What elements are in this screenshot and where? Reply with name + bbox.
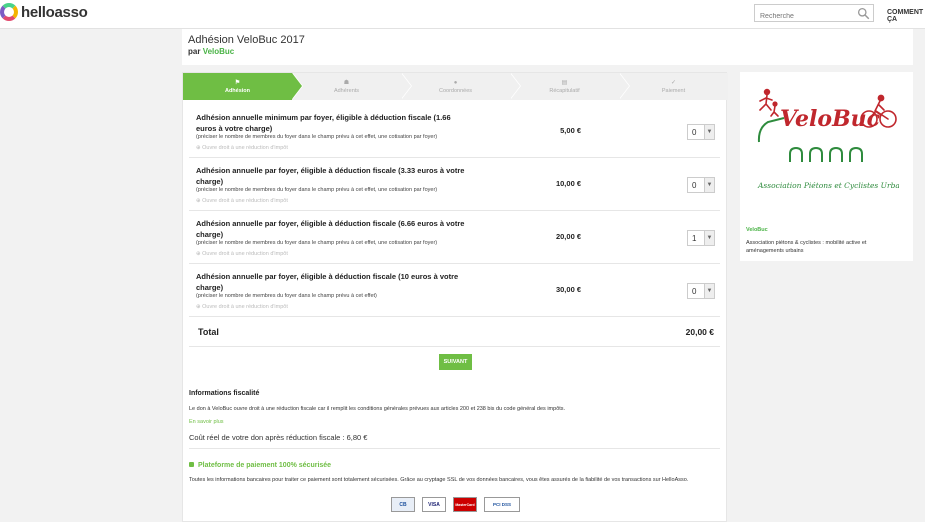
total-row: Total 20,00 € <box>189 317 720 347</box>
step-label: Paiement <box>661 87 686 94</box>
byline: par VeloBuc <box>188 47 234 56</box>
next-button[interactable]: SUIVANT <box>439 354 472 370</box>
tax-reduction-note: ⊕ Ouvre droit à une réduction d'impôt <box>196 145 288 151</box>
chevron-down-icon[interactable]: ▼ <box>704 284 714 298</box>
check-icon: ✓ <box>670 79 677 86</box>
velobuc-logo-icon: VeloBuc Association Piétons et Cyclistes… <box>757 88 911 190</box>
ticket-note: (préciser le nombre de membres du foyer … <box>196 240 438 246</box>
step-label: Adhérents <box>333 87 360 94</box>
fiscal-info-text: Le don à VeloBuc ouvre droit à une réduc… <box>189 406 566 412</box>
ticket-price: 10,00 € <box>555 179 581 188</box>
step-label: Coordonnées <box>438 87 473 94</box>
ticket-price: 20,00 € <box>555 232 581 241</box>
chevron-down-icon[interactable]: ▼ <box>704 125 714 139</box>
ticket-title: Adhésion annuelle par foyer, éligible à … <box>196 272 459 292</box>
fiscal-info-title: Informations fiscalité <box>189 390 260 397</box>
logo-ring-icon <box>0 3 18 21</box>
secure-payment-text: Toutes les informations bancaires pour t… <box>189 477 689 483</box>
ticket-note: (préciser le nombre de membres du foyer … <box>196 134 438 140</box>
users-icon: ☗ <box>343 79 350 86</box>
tax-reduction-note: ⊕ Ouvre droit à une réduction d'impôt <box>196 198 288 204</box>
ticket-title: Adhésion annuelle par foyer, éligible à … <box>196 166 465 186</box>
organization-name[interactable]: VeloBuc <box>746 227 768 233</box>
lock-icon <box>189 462 194 467</box>
search-icon[interactable] <box>857 7 870 20</box>
ticket-row: Adhésion annuelle par foyer, éligible à … <box>189 264 720 317</box>
chevron-down-icon[interactable]: ▼ <box>704 178 714 192</box>
helloasso-logo[interactable]: helloasso <box>0 3 88 21</box>
pci-dss-icon: PCI DSS <box>484 497 520 512</box>
how-it-works-link[interactable]: COMMENT ÇA <box>887 9 925 23</box>
organization-sidebar: VeloBuc Association Piétons et Cyclistes… <box>740 72 913 261</box>
ticket-row: Adhésion annuelle par foyer, éligible à … <box>189 158 720 211</box>
chevron-down-icon[interactable]: ▼ <box>704 231 714 245</box>
quantity-select[interactable]: 0 ▼ <box>687 177 715 193</box>
quantity-value: 0 <box>692 128 697 137</box>
list-icon: ▤ <box>561 79 568 86</box>
velobuc-logo: VeloBuc Association Piétons et Cyclistes… <box>754 84 911 196</box>
ticket-row: Adhésion annuelle par foyer, éligible à … <box>189 211 720 264</box>
mastercard-icon: MasterCard <box>453 497 477 512</box>
organization-link[interactable]: VeloBuc <box>203 47 235 56</box>
ticket-price: 5,00 € <box>560 126 581 135</box>
divider <box>189 448 720 449</box>
quantity-select[interactable]: 0 ▼ <box>687 283 715 299</box>
payment-cards: CB VISA MasterCard PCI DSS <box>391 497 520 512</box>
step-label: Adhésion <box>224 87 251 94</box>
real-cost-text: Coût réel de votre don après réduction f… <box>189 433 368 442</box>
organization-description: Association piétons & cyclistes : mobili… <box>746 240 867 254</box>
top-bar: helloasso COMMENT ÇA <box>0 0 925 29</box>
ticket-note: (préciser le nombre de membres du foyer … <box>196 187 438 193</box>
ticket-note: (préciser le nombre de membres du foyer … <box>196 293 377 299</box>
page-title: Adhésion VeloBuc 2017 <box>188 34 305 46</box>
visa-card-icon: VISA <box>422 497 446 512</box>
secure-payment-label: Plateforme de paiement 100% sécurisée <box>198 462 332 469</box>
step-progress: ⚑ Adhésion ☗ Adhérents ● Coordonnées ▤ R… <box>183 73 728 100</box>
search-input[interactable] <box>755 8 850 25</box>
checkout-card: ⚑ Adhésion ☗ Adhérents ● Coordonnées ▤ R… <box>182 72 728 522</box>
ticket-price: 30,00 € <box>555 285 581 294</box>
svg-text:Association Piétons et Cyclist: Association Piétons et Cyclistes Urbains <box>757 181 899 190</box>
total-value: 20,00 € <box>685 327 714 337</box>
quantity-value: 0 <box>692 181 697 190</box>
cb-card-icon: CB <box>391 497 415 512</box>
quantity-value: 0 <box>692 287 697 296</box>
logo-text: helloasso <box>21 3 88 21</box>
flag-icon: ⚑ <box>234 79 241 86</box>
quantity-value: 1 <box>692 234 697 243</box>
svg-text:VeloBuc: VeloBuc <box>780 106 881 132</box>
campaign-header: Adhésion VeloBuc 2017 par VeloBuc <box>182 29 913 65</box>
step-paiement[interactable]: ✓ Paiement <box>619 73 728 100</box>
step-coordonnees[interactable]: ● Coordonnées <box>401 73 521 100</box>
total-label: Total <box>198 327 219 337</box>
learn-more-link[interactable]: En savoir plus <box>189 419 224 425</box>
step-label: Récapitulatif <box>549 87 580 94</box>
step-recapitulatif[interactable]: ▤ Récapitulatif <box>510 73 630 100</box>
ticket-row: Adhésion annuelle minimum par foyer, éli… <box>189 105 720 158</box>
user-icon: ● <box>453 79 458 86</box>
quantity-select[interactable]: 0 ▼ <box>687 124 715 140</box>
tax-reduction-note: ⊕ Ouvre droit à une réduction d'impôt <box>196 304 288 310</box>
tax-reduction-note: ⊕ Ouvre droit à une réduction d'impôt <box>196 251 288 257</box>
search-box <box>754 4 874 25</box>
byline-prefix: par <box>188 47 201 56</box>
ticket-title: Adhésion annuelle minimum par foyer, éli… <box>196 113 451 133</box>
step-adherents[interactable]: ☗ Adhérents <box>292 73 412 100</box>
secure-payment-title: Plateforme de paiement 100% sécurisée <box>189 462 331 469</box>
ticket-list: Adhésion annuelle minimum par foyer, éli… <box>189 105 720 347</box>
ticket-title: Adhésion annuelle par foyer, éligible à … <box>196 219 465 239</box>
quantity-select[interactable]: 1 ▼ <box>687 230 715 246</box>
step-adhesion[interactable]: ⚑ Adhésion <box>183 73 303 100</box>
